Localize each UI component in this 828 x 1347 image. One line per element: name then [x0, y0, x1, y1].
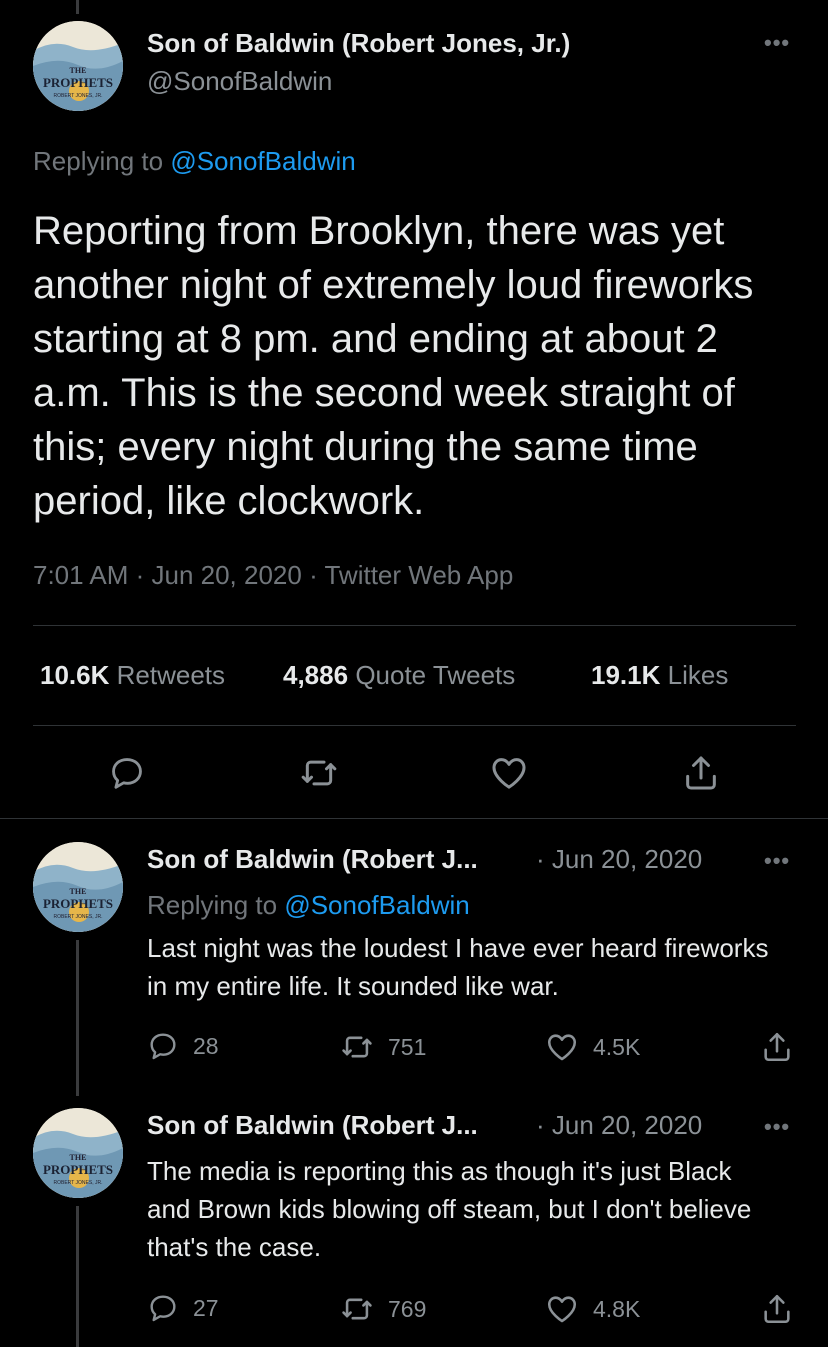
replying-handle-link[interactable]: @SonofBaldwin — [170, 146, 355, 176]
share-icon — [764, 1294, 790, 1324]
tweet-text: Reporting from Brooklyn, there was yet a… — [33, 209, 754, 523]
reply-icon — [112, 758, 142, 789]
retweet-button[interactable] — [296, 750, 342, 796]
reply-count: 27 — [193, 1294, 219, 1321]
svg-text:ROBERT JONES, JR.: ROBERT JONES, JR. — [54, 1180, 103, 1186]
reply-icon — [150, 1033, 176, 1060]
reply-count: 28 — [193, 1032, 219, 1059]
quotes-count: 4,886 — [283, 660, 349, 690]
retweet-button[interactable]: 751 — [340, 1030, 426, 1064]
thread-line — [76, 940, 79, 1096]
thread-line-top — [76, 0, 79, 14]
author-handle[interactable]: @SonofBaldwin — [147, 66, 332, 97]
divider — [33, 725, 796, 726]
more-options-button[interactable]: ••• — [764, 848, 790, 874]
retweet-icon — [342, 1036, 372, 1058]
reply-icon — [150, 1295, 176, 1322]
avatar[interactable]: THE PROPHETS ROBERT JONES, JR. — [33, 842, 123, 932]
reply-author-name[interactable]: Son of Baldwin (Robert J... — [147, 844, 478, 875]
share-icon — [764, 1032, 790, 1062]
avatar[interactable]: THE PROPHETS ROBERT JONES, JR. — [33, 1108, 123, 1198]
svg-text:THE: THE — [70, 1153, 87, 1162]
replying-handle-link[interactable]: @SonofBaldwin — [284, 890, 469, 920]
reply-date[interactable]: · Jun 20, 2020 — [536, 1110, 702, 1141]
replying-to: Replying to @SonofBaldwin — [33, 146, 356, 177]
retweet-icon — [301, 760, 337, 786]
author-name[interactable]: Son of Baldwin (Robert Jones, Jr.) — [147, 28, 570, 59]
retweet-button[interactable]: 769 — [340, 1292, 426, 1326]
replying-prefix: Replying to — [33, 146, 164, 176]
more-options-button[interactable]: ••• — [764, 30, 790, 56]
share-button[interactable] — [760, 1292, 794, 1326]
divider — [0, 818, 828, 819]
svg-text:PROPHETS: PROPHETS — [43, 75, 113, 90]
reply-button[interactable] — [104, 750, 150, 796]
like-count: 4.5K — [593, 1033, 641, 1060]
thread-line — [76, 1206, 79, 1347]
like-icon — [492, 758, 526, 789]
like-button[interactable] — [486, 750, 532, 796]
share-button[interactable] — [760, 1030, 794, 1064]
retweets-stat[interactable]: 10.6K Retweets — [40, 660, 225, 691]
likes-count: 19.1K — [591, 660, 661, 690]
retweet-count: 751 — [388, 1033, 427, 1060]
like-count: 4.8K — [593, 1295, 641, 1322]
replying-prefix: Replying to — [147, 890, 278, 920]
tweet-meta[interactable]: 7:01 AM · Jun 20, 2020 · Twitter Web App — [33, 560, 513, 591]
like-icon — [547, 1034, 577, 1061]
replying-to: Replying to @SonofBaldwin — [147, 890, 470, 921]
quote-tweets-stat[interactable]: 4,886 Quote Tweets — [283, 660, 515, 691]
reply-author-name[interactable]: Son of Baldwin (Robert J... — [147, 1110, 478, 1141]
reply-text: The media is reporting this as though it… — [147, 1156, 752, 1262]
share-button[interactable] — [678, 750, 724, 796]
svg-text:ROBERT JONES, JR.: ROBERT JONES, JR. — [54, 93, 103, 99]
retweets-label: Retweets — [116, 660, 226, 690]
svg-text:THE: THE — [70, 887, 87, 896]
quotes-label: Quote Tweets — [355, 660, 516, 690]
svg-text:ROBERT JONES, JR.: ROBERT JONES, JR. — [54, 914, 103, 920]
more-options-button[interactable]: ••• — [764, 1114, 790, 1140]
retweet-icon — [342, 1298, 372, 1320]
reply-button[interactable]: 28 — [147, 1030, 219, 1062]
likes-label: Likes — [667, 660, 729, 690]
share-icon — [686, 756, 716, 790]
reply-date[interactable]: · Jun 20, 2020 — [536, 844, 702, 875]
divider — [33, 625, 796, 626]
svg-text:THE: THE — [70, 66, 87, 75]
retweets-count: 10.6K — [40, 660, 110, 690]
like-icon — [547, 1296, 577, 1323]
avatar[interactable]: THE PROPHETS ROBERT JONES, JR. — [33, 21, 123, 111]
svg-text:PROPHETS: PROPHETS — [43, 1162, 113, 1177]
like-button[interactable]: 4.8K — [545, 1292, 640, 1326]
reply-button[interactable]: 27 — [147, 1292, 219, 1324]
retweet-count: 769 — [388, 1295, 427, 1322]
svg-text:PROPHETS: PROPHETS — [43, 896, 113, 911]
likes-stat[interactable]: 19.1K Likes — [591, 660, 728, 691]
like-button[interactable]: 4.5K — [545, 1030, 640, 1064]
reply-text: Last night was the loudest I have ever h… — [147, 933, 769, 1001]
